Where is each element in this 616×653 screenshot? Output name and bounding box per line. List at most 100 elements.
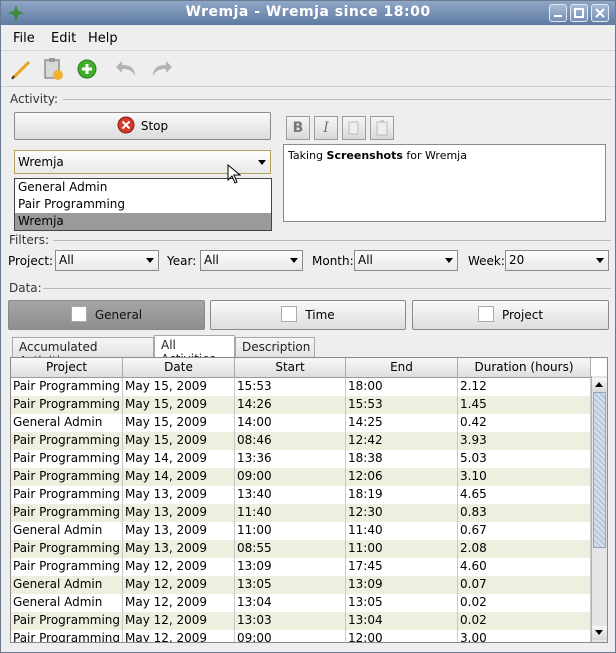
- table-row[interactable]: Pair Programming May 15, 2009 15:53 18:00 2.…: [11, 378, 591, 396]
- cell-duration: 4.65: [458, 486, 591, 504]
- project-option-pair-programming[interactable]: Pair Programming: [15, 196, 271, 213]
- cell-project: Pair Programming: [11, 378, 123, 396]
- filter-project-combo[interactable]: All: [55, 250, 159, 271]
- cell-project: Pair Programming: [11, 396, 123, 414]
- project-option-wremja[interactable]: Wremja: [15, 213, 271, 230]
- title-bar[interactable]: Wremja - Wremja since 18:00: [1, 1, 615, 25]
- cell-duration: 2.08: [458, 540, 591, 558]
- cell-project: Pair Programming: [11, 558, 123, 576]
- maximize-button[interactable]: [570, 4, 588, 22]
- paste-button[interactable]: [39, 55, 67, 83]
- undo-icon: [116, 61, 135, 76]
- table-row[interactable]: General Admin May 12, 2009 13:04 13:05 0.02: [11, 594, 591, 612]
- table-row[interactable]: Pair Programming May 12, 2009 13:09 17:45 4.…: [11, 558, 591, 576]
- filters-section-label: Filters:: [9, 233, 50, 247]
- column-header-date[interactable]: Date: [123, 358, 235, 378]
- table-row[interactable]: Pair Programming May 14, 2009 09:00 12:06 3.…: [11, 468, 591, 486]
- table-row[interactable]: Pair Programming May 13, 2009 13:40 18:19 4.…: [11, 486, 591, 504]
- cell-duration: 0.02: [458, 612, 591, 630]
- view-tab-general[interactable]: General: [8, 300, 205, 330]
- table-row[interactable]: Pair Programming May 12, 2009 13:03 13:04 0.…: [11, 612, 591, 630]
- table-row[interactable]: General Admin May 12, 2009 13:05 13:09 0.07: [11, 576, 591, 594]
- edit-button[interactable]: [7, 55, 35, 83]
- menu-edit[interactable]: Edit: [51, 31, 76, 46]
- scroll-down-button[interactable]: [592, 626, 607, 640]
- column-header-project[interactable]: Project: [11, 358, 123, 378]
- cell-date: May 12, 2009: [123, 630, 235, 642]
- column-header-start[interactable]: Start: [235, 358, 346, 378]
- cell-duration: 0.67: [458, 522, 591, 540]
- activity-description-editor[interactable]: Taking Screenshots for Wremja: [283, 144, 606, 222]
- chevron-down-icon: [596, 258, 604, 263]
- document-icon: [70, 306, 87, 322]
- stop-button-label: Stop: [140, 119, 169, 133]
- table-row[interactable]: Pair Programming May 14, 2009 13:36 18:38 5.…: [11, 450, 591, 468]
- italic-button[interactable]: I: [314, 116, 338, 140]
- view-tab-time-label: Time: [305, 308, 335, 322]
- cell-duration: 5.03: [458, 450, 591, 468]
- filter-project-value: All: [59, 253, 74, 267]
- column-header-end[interactable]: End: [346, 358, 458, 378]
- table-row[interactable]: General Admin May 15, 2009 14:00 14:25 0.42: [11, 414, 591, 432]
- view-tab-general-label: General: [94, 308, 143, 322]
- cell-end: 12:42: [346, 432, 458, 450]
- chevron-down-icon: [146, 258, 154, 263]
- menu-file[interactable]: File: [13, 31, 35, 46]
- cell-duration: 4.60: [458, 558, 591, 576]
- scrollbar-thumb[interactable]: [593, 392, 606, 548]
- tab-description[interactable]: Description: [235, 337, 315, 357]
- main-window: Wremja - Wremja since 18:00 File Edit He…: [0, 0, 616, 653]
- redo-icon: [153, 61, 172, 76]
- tab-accumulated-activities[interactable]: Accumulated Activities: [12, 337, 154, 368]
- cell-duration: 0.83: [458, 504, 591, 522]
- column-header-duration[interactable]: Duration (hours): [458, 358, 591, 378]
- undo-button[interactable]: [113, 55, 141, 83]
- cell-project: Pair Programming: [11, 486, 123, 504]
- cell-project: Pair Programming: [11, 540, 123, 558]
- cell-date: May 13, 2009: [123, 540, 235, 558]
- filter-week-combo[interactable]: 20: [505, 250, 609, 271]
- menu-help[interactable]: Help: [88, 31, 118, 46]
- filter-project-label: Project:: [8, 254, 54, 268]
- cell-start: 13:03: [235, 612, 346, 630]
- paste-icon: [44, 58, 63, 80]
- cell-duration: 3.93: [458, 432, 591, 450]
- table-row[interactable]: Pair Programming May 12, 2009 09:00 12:00 3.…: [11, 630, 591, 642]
- view-tab-time[interactable]: Time: [210, 300, 406, 330]
- table-row[interactable]: Pair Programming May 13, 2009 11:40 12:30 0.…: [11, 504, 591, 522]
- minimize-button[interactable]: [549, 4, 567, 22]
- cell-end: 12:00: [346, 630, 458, 642]
- table-row[interactable]: Pair Programming May 13, 2009 08:55 11:00 2.…: [11, 540, 591, 558]
- chevron-down-icon: [290, 258, 298, 263]
- close-window-button[interactable]: [591, 4, 609, 22]
- view-tab-project-label: Project: [501, 308, 544, 322]
- cell-duration: 0.07: [458, 576, 591, 594]
- view-tab-project[interactable]: Project: [412, 300, 609, 330]
- table-row[interactable]: Pair Programming May 15, 2009 08:46 12:42 3.…: [11, 432, 591, 450]
- bold-button[interactable]: B: [286, 116, 310, 140]
- description-text-suffix: for Wremja: [402, 149, 467, 162]
- arrow-down-icon: [595, 630, 603, 635]
- table-vertical-scrollbar[interactable]: [591, 376, 607, 642]
- redo-button[interactable]: [147, 55, 175, 83]
- cell-end: 18:00: [346, 378, 458, 396]
- folder-icon: [477, 306, 494, 322]
- cell-start: 13:40: [235, 486, 346, 504]
- table-row[interactable]: General Admin May 13, 2009 11:00 11:40 0.67: [11, 522, 591, 540]
- paste-format-button[interactable]: [370, 116, 394, 140]
- cell-project: Pair Programming: [11, 612, 123, 630]
- tab-all-activities[interactable]: All Activities: [154, 335, 235, 366]
- cell-date: May 14, 2009: [123, 450, 235, 468]
- cell-duration: 3.00: [458, 630, 591, 642]
- filter-week-label: Week:: [468, 254, 505, 268]
- filter-month-combo[interactable]: All: [354, 250, 458, 271]
- copy-format-button[interactable]: [342, 116, 366, 140]
- cell-start: 14:00: [235, 414, 346, 432]
- stop-button[interactable]: Stop: [14, 112, 271, 140]
- cell-end: 11:40: [346, 522, 458, 540]
- table-row[interactable]: Pair Programming May 15, 2009 14:26 15:53 1.…: [11, 396, 591, 414]
- scroll-up-button[interactable]: [592, 378, 607, 392]
- cell-end: 12:30: [346, 504, 458, 522]
- add-button[interactable]: [73, 55, 101, 83]
- filter-year-combo[interactable]: All: [200, 250, 303, 271]
